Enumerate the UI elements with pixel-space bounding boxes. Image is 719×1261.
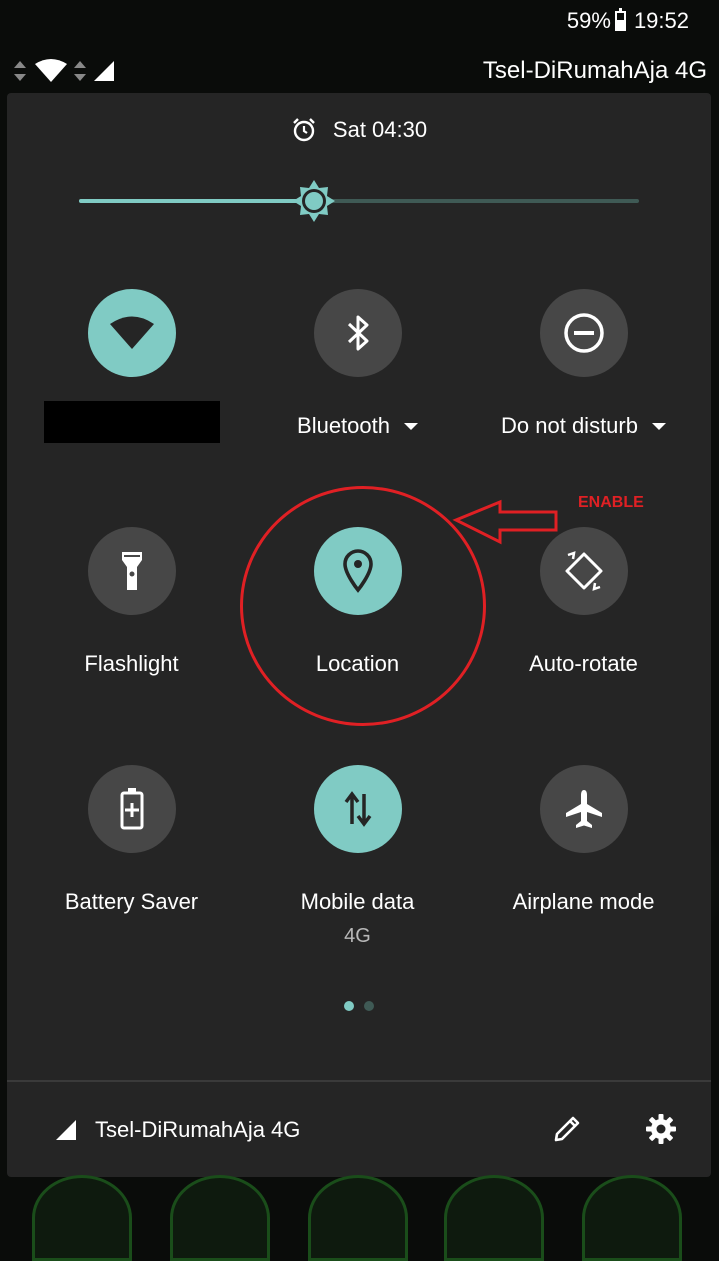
mobile-data-toggle[interactable] xyxy=(313,765,402,853)
alarm-text: Sat 04:30 xyxy=(332,117,428,142)
tile-flashlight[interactable]: Flashlight xyxy=(19,527,244,677)
auto-rotate-label: Auto-rotate xyxy=(529,651,638,676)
bluetooth-label-text: Bluetooth xyxy=(297,413,390,438)
flashlight-toggle[interactable] xyxy=(87,527,176,615)
tile-mobile-data[interactable]: Mobile data 4G xyxy=(245,765,470,948)
status-bar-right: 59% 19:52 xyxy=(567,8,689,34)
tile-auto-rotate[interactable]: Auto-rotate xyxy=(471,527,696,677)
do-not-disturb-icon xyxy=(563,313,604,353)
page-dot-1[interactable] xyxy=(344,1001,354,1011)
airplane-toggle[interactable] xyxy=(539,765,628,853)
annotation-circle xyxy=(240,486,486,726)
wifi-network-name-redacted xyxy=(43,401,220,443)
phone-app-icon[interactable] xyxy=(32,1175,132,1261)
cell-signal-icon xyxy=(94,61,114,81)
dnd-label[interactable]: Do not disturb xyxy=(471,413,696,439)
tile-bluetooth[interactable]: Bluetooth xyxy=(245,289,470,439)
mobile-data-label: Mobile data xyxy=(300,889,415,914)
status-bar-left xyxy=(10,58,116,84)
battery-saver-toggle[interactable] xyxy=(87,765,176,853)
brightness-slider[interactable] xyxy=(79,180,639,222)
clock: 19:52 xyxy=(633,8,689,33)
footer-carrier-text: Tsel-DiRumahAja 4G xyxy=(95,1117,301,1142)
pencil-icon[interactable] xyxy=(551,1113,583,1145)
dnd-toggle[interactable] xyxy=(539,289,628,377)
battery-icon xyxy=(614,8,626,31)
page-dot-2[interactable] xyxy=(364,1001,374,1011)
tile-do-not-disturb[interactable]: Do not disturb xyxy=(471,289,696,439)
wifi-icon xyxy=(109,316,154,349)
dnd-label-text: Do not disturb xyxy=(501,413,638,438)
telegram-app-icon[interactable] xyxy=(170,1175,270,1261)
status-bar: 59% 19:52 Tsel-DiRumahAja 4G xyxy=(0,0,719,92)
flashlight-label: Flashlight xyxy=(84,651,179,676)
next-alarm[interactable]: Sat 04:30 xyxy=(7,117,711,143)
tile-battery-saver[interactable]: Battery Saver xyxy=(19,765,244,915)
gear-icon[interactable] xyxy=(645,1113,677,1145)
brightness-icon[interactable] xyxy=(292,179,336,223)
airplane-label: Airplane mode xyxy=(512,889,655,914)
quick-settings-footer: Tsel-DiRumahAja 4G xyxy=(7,1083,711,1177)
tile-airplane-mode[interactable]: Airplane mode xyxy=(471,765,696,915)
footer-carrier: Tsel-DiRumahAja 4G xyxy=(55,1117,300,1143)
home-dock xyxy=(0,1175,719,1261)
mobile-data-icon xyxy=(344,791,371,827)
annotation-arrow xyxy=(452,499,558,545)
data-activity-icon xyxy=(74,61,86,81)
data-activity-icon xyxy=(14,61,26,81)
footer-divider xyxy=(7,1080,711,1082)
wifi-signal-icon xyxy=(35,59,67,82)
chevron-down-icon[interactable] xyxy=(403,422,418,430)
alarm-clock-icon xyxy=(293,118,315,142)
flashlight-icon xyxy=(121,552,142,590)
bluetooth-icon xyxy=(347,315,368,351)
tile-wifi[interactable] xyxy=(19,289,244,443)
page-indicator xyxy=(7,1001,711,1011)
app-icon[interactable] xyxy=(444,1175,544,1261)
bluetooth-label[interactable]: Bluetooth xyxy=(245,413,470,439)
wifi-toggle[interactable] xyxy=(87,289,176,377)
battery-saver-label: Battery Saver xyxy=(64,889,199,914)
mobile-data-network-type: 4G xyxy=(344,925,371,947)
battery-percent: 59% xyxy=(566,8,611,33)
airplane-icon xyxy=(565,790,602,828)
cell-signal-icon xyxy=(56,1120,76,1140)
auto-rotate-icon xyxy=(565,551,602,591)
brightness-fill xyxy=(79,199,315,203)
carrier-name: Tsel-DiRumahAja 4G xyxy=(482,57,707,84)
chevron-down-icon[interactable] xyxy=(651,422,666,430)
instagram-app-icon[interactable] xyxy=(308,1175,408,1261)
battery-saver-icon xyxy=(120,788,143,830)
annotation-label: ENABLE xyxy=(578,494,644,511)
bluetooth-toggle[interactable] xyxy=(313,289,402,377)
app-icon[interactable] xyxy=(582,1175,682,1261)
